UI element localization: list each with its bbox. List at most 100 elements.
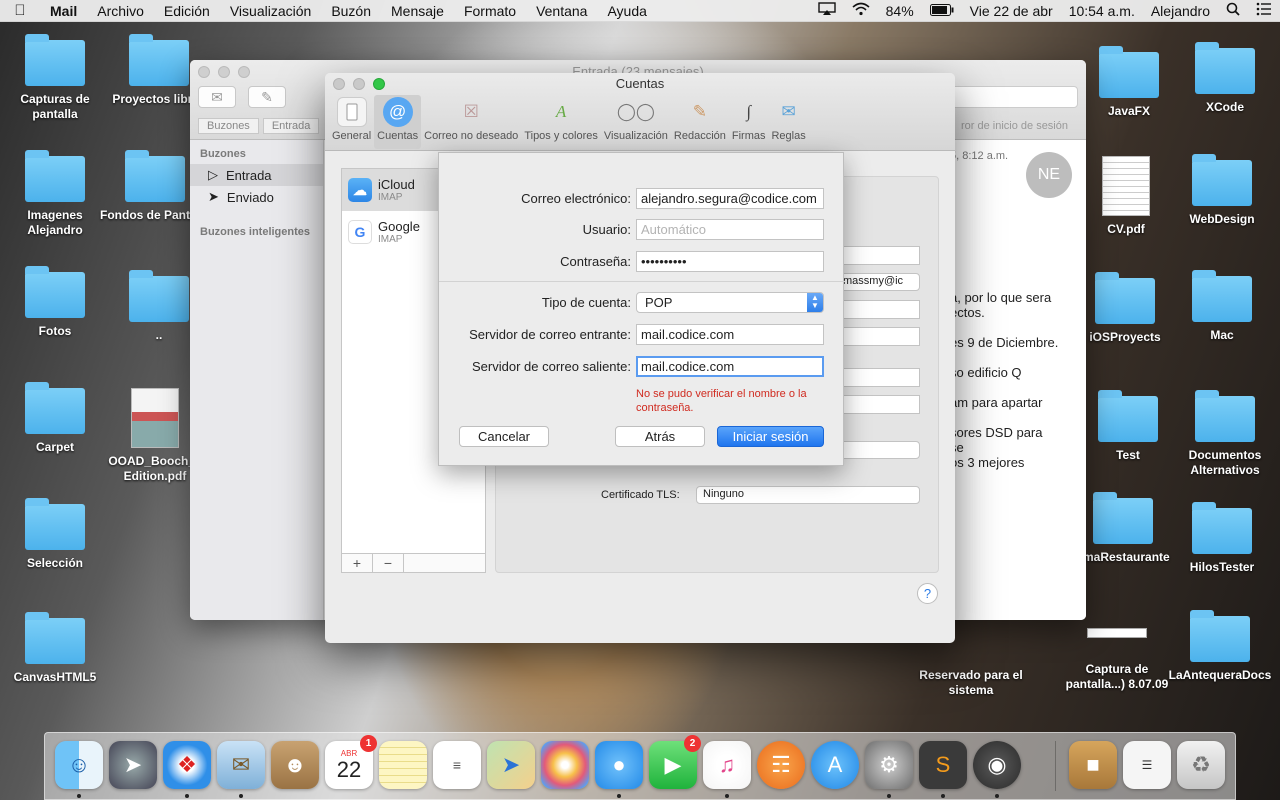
menu-ayuda[interactable]: Ayuda [597,3,656,19]
user-field[interactable] [636,219,824,240]
launchpad-icon[interactable]: ➤ [109,741,157,789]
tab-firmas[interactable]: ∫ Firmas [729,95,769,149]
mamp-icon[interactable]: ◉ [973,741,1021,789]
reminders-icon[interactable]: ≡ [433,741,481,789]
tab-reglas[interactable]: ✉ Reglas [768,95,808,149]
menu-buzon[interactable]: Buzón [321,3,381,19]
notification-center-icon[interactable] [1248,2,1280,19]
itunes-icon[interactable]: ♫ [703,741,751,789]
desktop-folder-xcode[interactable]: XCode [1170,42,1280,115]
tls-select[interactable]: Ninguno [696,486,920,504]
battery-icon[interactable] [922,3,962,19]
account-type: IMAP [378,191,403,203]
sign-in-button[interactable]: Iniciar sesión [717,426,824,447]
tab-redaccion[interactable]: ✎ Redacción [671,95,729,149]
back-button[interactable]: Atrás [615,426,705,447]
maps-icon[interactable]: ➤ [487,741,535,789]
incoming-server-field[interactable] [636,324,824,345]
fonts-icon: A [555,102,567,121]
menu-archivo[interactable]: Archivo [87,3,154,19]
desktop-folder-capturas[interactable]: Capturas de pantalla [0,34,110,122]
app-store-icon[interactable]: A [811,741,859,789]
wifi-icon[interactable] [844,2,878,19]
buzones-tab[interactable]: Buzones [198,118,259,134]
sublime-icon[interactable]: S [919,741,967,789]
menubar-date[interactable]: Vie 22 de abr [962,3,1061,19]
desktop-folder-hilostester[interactable]: HilosTester [1167,502,1277,575]
desktop-folder-iosproyects[interactable]: iOSProyects [1070,272,1180,345]
get-mail-button[interactable]: ✉ [198,86,236,108]
desktop-folder-imagenes[interactable]: Imagenes Alejandro [0,150,110,238]
mamp-doc-icon[interactable]: ☰ [1123,741,1171,789]
desktop-folder-test[interactable]: Test [1073,390,1183,463]
mailbox-entrada[interactable]: ▷ Entrada [190,164,323,186]
behind-email-select[interactable]: massmy@ic [836,273,920,291]
battery-percent[interactable]: 84% [878,3,922,19]
account-type-select[interactable]: POP ▲ ▼ [636,292,824,313]
add-account-button[interactable]: + [342,554,373,572]
folder-icon [25,382,85,434]
photos-icon[interactable] [541,741,589,789]
mailbox-enviado[interactable]: ➤ Enviado [190,186,323,208]
desktop-file-captura[interactable]: Captura de pantalla...) 8.07.09 [1062,620,1172,692]
desktop-folder-fotos[interactable]: Fotos [0,266,110,339]
help-button[interactable]: ? [917,583,938,604]
password-label: Contraseña: [560,254,631,269]
tab-general[interactable]: General [329,95,374,149]
remove-account-button[interactable]: − [373,554,404,572]
folder-icon [1192,154,1252,206]
system-preferences-icon[interactable]: ⚙ [865,741,913,789]
menu-ventana[interactable]: Ventana [526,3,597,19]
calendar-icon[interactable]: ABR 22 1 [325,735,377,789]
spotlight-search-icon[interactable] [1218,2,1248,19]
tab-label: Cuentas [377,130,419,142]
notes-icon[interactable] [379,741,427,789]
user-label: Usuario: [582,222,631,237]
apple-menu-icon[interactable]:  [0,2,40,19]
menu-mail[interactable]: Mail [40,3,87,19]
desktop-folder-mac[interactable]: Mac [1167,270,1277,343]
messages-icon[interactable]: ● [595,741,643,789]
airplay-icon[interactable] [810,2,844,19]
desktop-folder-carpet[interactable]: Carpet [0,382,110,455]
desktop-folder-seleccion[interactable]: Selección [0,498,110,571]
email-field[interactable] [636,188,824,209]
tab-visualizacion[interactable]: ◯◯ Visualización [601,95,671,149]
ibooks-icon[interactable]: ☶ [757,741,805,789]
facetime-icon[interactable]: ▶ 2 [649,735,701,789]
glasses-icon: ◯◯ [616,102,655,121]
icloud-icon: ☁ [348,178,372,202]
email-label: Correo electrónico: [521,191,631,206]
desktop-folder-documentos-alternativos[interactable]: Documentos Alternativos [1170,390,1280,478]
at-icon: @ [382,97,413,127]
menubar-user[interactable]: Alejandro [1143,3,1218,19]
tab-tipos-y-colores[interactable]: A Tipos y colores [521,95,601,149]
menu-visualizacion[interactable]: Visualización [220,3,321,19]
outgoing-server-field[interactable] [636,356,824,377]
password-field[interactable] [636,251,824,272]
desktop-folder-webdesign[interactable]: WebDesign [1167,154,1277,227]
desktop-file-cv-pdf[interactable]: CV.pdf [1071,156,1181,237]
menu-formato[interactable]: Formato [454,3,526,19]
desktop-folder-javafx[interactable]: JavaFX [1074,46,1184,119]
menubar-time[interactable]: 10:54 a.m. [1061,3,1143,19]
finder-icon[interactable]: ☺ [55,741,103,789]
menu-edicion[interactable]: Edición [154,3,220,19]
safari-icon[interactable]: ❖ [163,741,211,789]
compose-button[interactable]: ✎ [248,86,286,108]
entrada-tab[interactable]: Entrada [262,118,320,134]
preferences-title: Cuentas [615,76,665,91]
message-date: 5, 8:12 a.m. [950,150,1009,162]
tab-cuentas[interactable]: @ Cuentas [374,95,422,149]
contacts-icon[interactable]: ☻ [271,741,319,789]
account-name: iCloud [378,176,415,192]
tab-correo-no-deseado[interactable]: ☒ Correo no deseado [421,95,521,149]
cancel-button[interactable]: Cancelar [459,426,549,447]
menu-mensaje[interactable]: Mensaje [381,3,454,19]
packages-icon[interactable]: ■ [1069,741,1117,789]
desktop-folder-laantequeradocs[interactable]: LaAntequeraDocs [1165,610,1275,683]
running-indicator [77,794,81,798]
desktop-folder-canvashtml5[interactable]: CanvasHTML5 [0,612,110,685]
trash-icon[interactable]: ♻ [1177,741,1225,789]
mail-icon[interactable]: ✉ [217,741,265,789]
